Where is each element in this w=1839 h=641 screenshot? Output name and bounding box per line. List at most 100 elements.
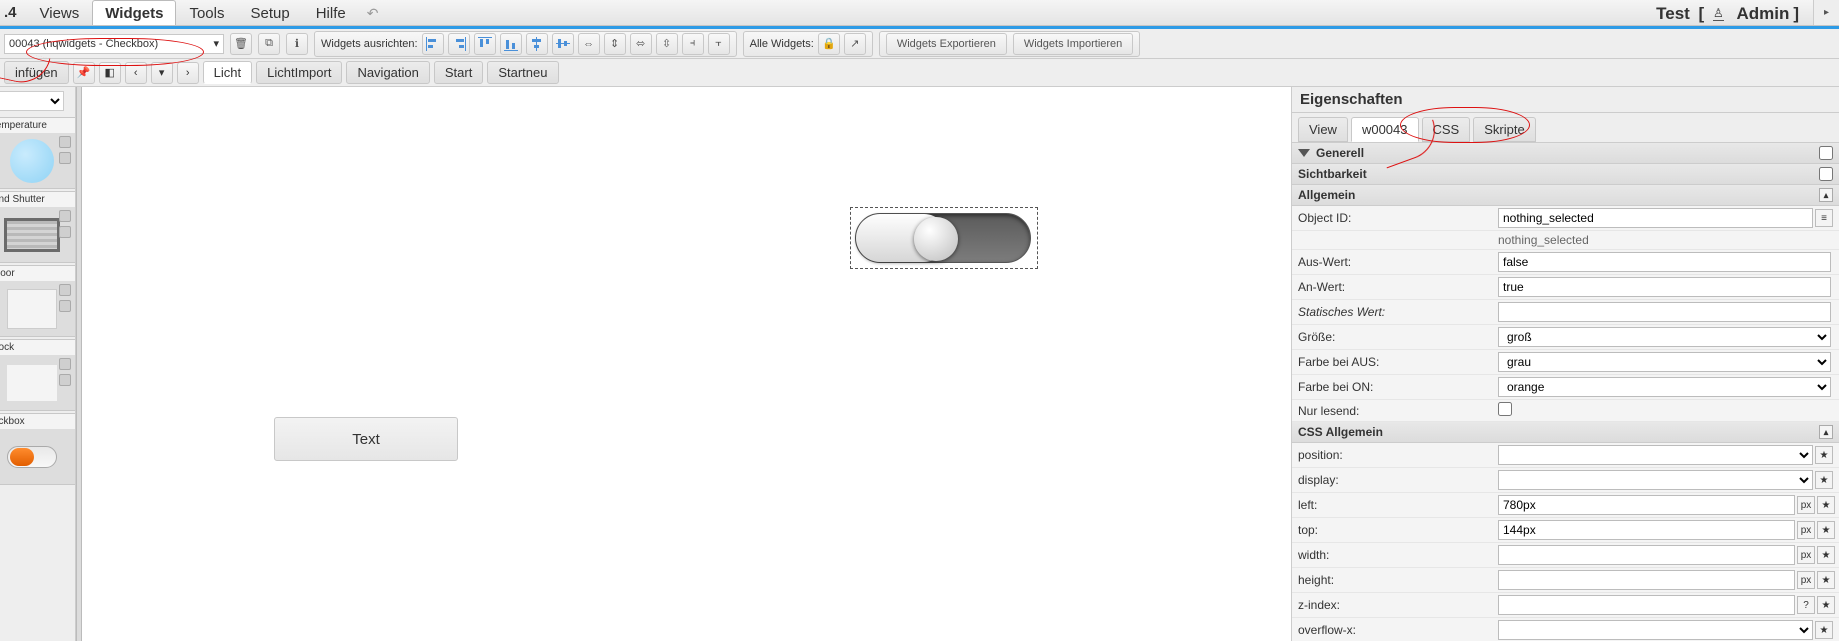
palette-filter-select[interactable] <box>0 91 64 111</box>
unit-px[interactable]: px <box>1797 496 1815 514</box>
position-select[interactable] <box>1498 445 1813 465</box>
top-input[interactable] <box>1498 520 1795 540</box>
tab-lichtimport[interactable]: LichtImport <box>256 61 342 84</box>
widget-checkbox[interactable] <box>850 207 1038 269</box>
prop-size: Größe: groß <box>1292 325 1839 350</box>
off-value-input[interactable] <box>1498 252 1831 272</box>
menu-tools[interactable]: Tools <box>176 0 237 25</box>
view-tabs-bar: infügen 📌 ◧ ‹ ▾ › Licht LichtImport Navi… <box>0 59 1839 87</box>
import-export-group: Widgets Exportieren Widgets Importieren <box>879 31 1140 57</box>
export-widgets-button[interactable]: Widgets Exportieren <box>886 33 1007 55</box>
title-dropdown-icon[interactable]: ▸ <box>1813 0 1839 25</box>
group-general[interactable]: Generell <box>1292 143 1839 164</box>
tab-startneu[interactable]: Startneu <box>487 61 558 84</box>
insert-tab[interactable]: infügen <box>4 61 69 84</box>
same-width-icon[interactable]: ⬄ <box>630 33 652 55</box>
tab-navigation[interactable]: Navigation <box>346 61 429 84</box>
palette-item-shutter[interactable]: and Shutter <box>0 191 76 263</box>
user-name: Admin <box>1736 4 1789 24</box>
palette-item-door[interactable]: Door <box>0 265 76 337</box>
undo-icon[interactable]: ↶ <box>359 0 387 25</box>
star-icon[interactable]: ★ <box>1815 446 1833 464</box>
palette-item-checkbox[interactable]: eckbox <box>0 413 76 485</box>
star-icon[interactable]: ★ <box>1817 596 1835 614</box>
properties-tabs: View w00043 CSS Skripte <box>1292 113 1839 143</box>
config-icon[interactable]: ◧ <box>99 62 121 84</box>
align-hcenter-icon[interactable] <box>526 33 548 55</box>
dist-h2-icon[interactable]: ⫞ <box>682 33 704 55</box>
menu-widgets[interactable]: Widgets <box>92 0 176 25</box>
align-vcenter-icon[interactable] <box>552 33 574 55</box>
group-general-toggle[interactable] <box>1819 146 1833 160</box>
on-color-select[interactable]: orange <box>1498 377 1831 397</box>
tab-licht[interactable]: Licht <box>203 61 252 84</box>
group-visibility-toggle[interactable] <box>1819 167 1833 181</box>
prop-tab-css[interactable]: CSS <box>1422 117 1471 142</box>
tab-start[interactable]: Start <box>434 61 483 84</box>
unit-px[interactable]: px <box>1797 571 1815 589</box>
zindex-input[interactable] <box>1498 595 1795 615</box>
copy-widget-icon[interactable]: ⧉ <box>258 33 280 55</box>
star-icon[interactable]: ★ <box>1815 471 1833 489</box>
object-id-input[interactable] <box>1498 208 1813 228</box>
star-icon[interactable]: ★ <box>1817 496 1835 514</box>
widget-text[interactable]: Text <box>274 417 458 461</box>
pin-icon[interactable]: 📌 <box>73 62 95 84</box>
static-value-input[interactable] <box>1498 302 1831 322</box>
dist-v2-icon[interactable]: ⫟ <box>708 33 730 55</box>
palette-item-temperature[interactable]: temperature <box>0 117 76 189</box>
delete-widget-icon[interactable]: 🗑 <box>230 33 252 55</box>
overflowx-select[interactable] <box>1498 620 1813 640</box>
align-left-icon[interactable] <box>422 33 444 55</box>
align-right-icon[interactable] <box>448 33 470 55</box>
widget-selector[interactable]: 00043 (hqwidgets - Checkbox)▾ <box>4 34 224 54</box>
info-widget-icon[interactable]: ℹ <box>286 33 308 55</box>
dist-v-icon[interactable]: ⇕ <box>604 33 626 55</box>
prop-tab-view[interactable]: View <box>1298 117 1348 142</box>
left-input[interactable] <box>1498 495 1795 515</box>
zindex-help-icon[interactable]: ? <box>1797 596 1815 614</box>
prop-readonly: Nur lesend: <box>1292 400 1839 422</box>
prop-tab-widget[interactable]: w00043 <box>1351 117 1419 142</box>
star-icon[interactable]: ★ <box>1817 571 1835 589</box>
nav-menu-icon[interactable]: ▾ <box>151 62 173 84</box>
group-common[interactable]: Allgemein ▴ <box>1292 185 1839 206</box>
group-common-collapse-icon[interactable]: ▴ <box>1819 188 1833 202</box>
palette-item-lock[interactable]: Lock <box>0 339 76 411</box>
import-widgets-button[interactable]: Widgets Importieren <box>1013 33 1133 55</box>
star-icon[interactable]: ★ <box>1817 546 1835 564</box>
star-icon[interactable]: ★ <box>1817 521 1835 539</box>
dist-h-icon[interactable]: ⇔ <box>578 33 600 55</box>
prop-display: display: ★ <box>1292 468 1839 493</box>
object-id-browse-icon[interactable]: ≡ <box>1815 209 1833 227</box>
prop-tab-scripts[interactable]: Skripte <box>1473 117 1535 142</box>
display-select[interactable] <box>1498 470 1813 490</box>
align-bottom-icon[interactable] <box>500 33 522 55</box>
lock-all-icon[interactable]: 🔒 <box>818 33 840 55</box>
height-input[interactable] <box>1498 570 1795 590</box>
size-select[interactable]: groß <box>1498 327 1831 347</box>
group-css-common[interactable]: CSS Allgemein ▴ <box>1292 422 1839 443</box>
align-group: Widgets ausrichten: ⇔ ⇕ ⬄ ⇳ ⫞ ⫟ <box>314 31 737 57</box>
menu-setup[interactable]: Setup <box>238 0 303 25</box>
align-label: Widgets ausrichten: <box>321 38 418 50</box>
design-canvas[interactable]: Text <box>82 87 1291 641</box>
prop-top: top: px ★ <box>1292 518 1839 543</box>
nav-prev-icon[interactable]: ‹ <box>125 62 147 84</box>
readonly-checkbox[interactable] <box>1498 402 1512 416</box>
menu-help[interactable]: Hilfe <box>303 0 359 25</box>
on-value-input[interactable] <box>1498 277 1831 297</box>
same-height-icon[interactable]: ⇳ <box>656 33 678 55</box>
menu-views[interactable]: Views <box>27 0 93 25</box>
nav-next-icon[interactable]: › <box>177 62 199 84</box>
star-icon[interactable]: ★ <box>1815 621 1833 639</box>
width-input[interactable] <box>1498 545 1795 565</box>
open-all-icon[interactable]: ↗ <box>844 33 866 55</box>
off-color-select[interactable]: grau <box>1498 352 1831 372</box>
unit-px[interactable]: px <box>1797 546 1815 564</box>
group-visibility[interactable]: Sichtbarkeit <box>1292 164 1839 185</box>
align-top-icon[interactable] <box>474 33 496 55</box>
prop-position: position: ★ <box>1292 443 1839 468</box>
unit-px[interactable]: px <box>1797 521 1815 539</box>
group-css-collapse-icon[interactable]: ▴ <box>1819 425 1833 439</box>
